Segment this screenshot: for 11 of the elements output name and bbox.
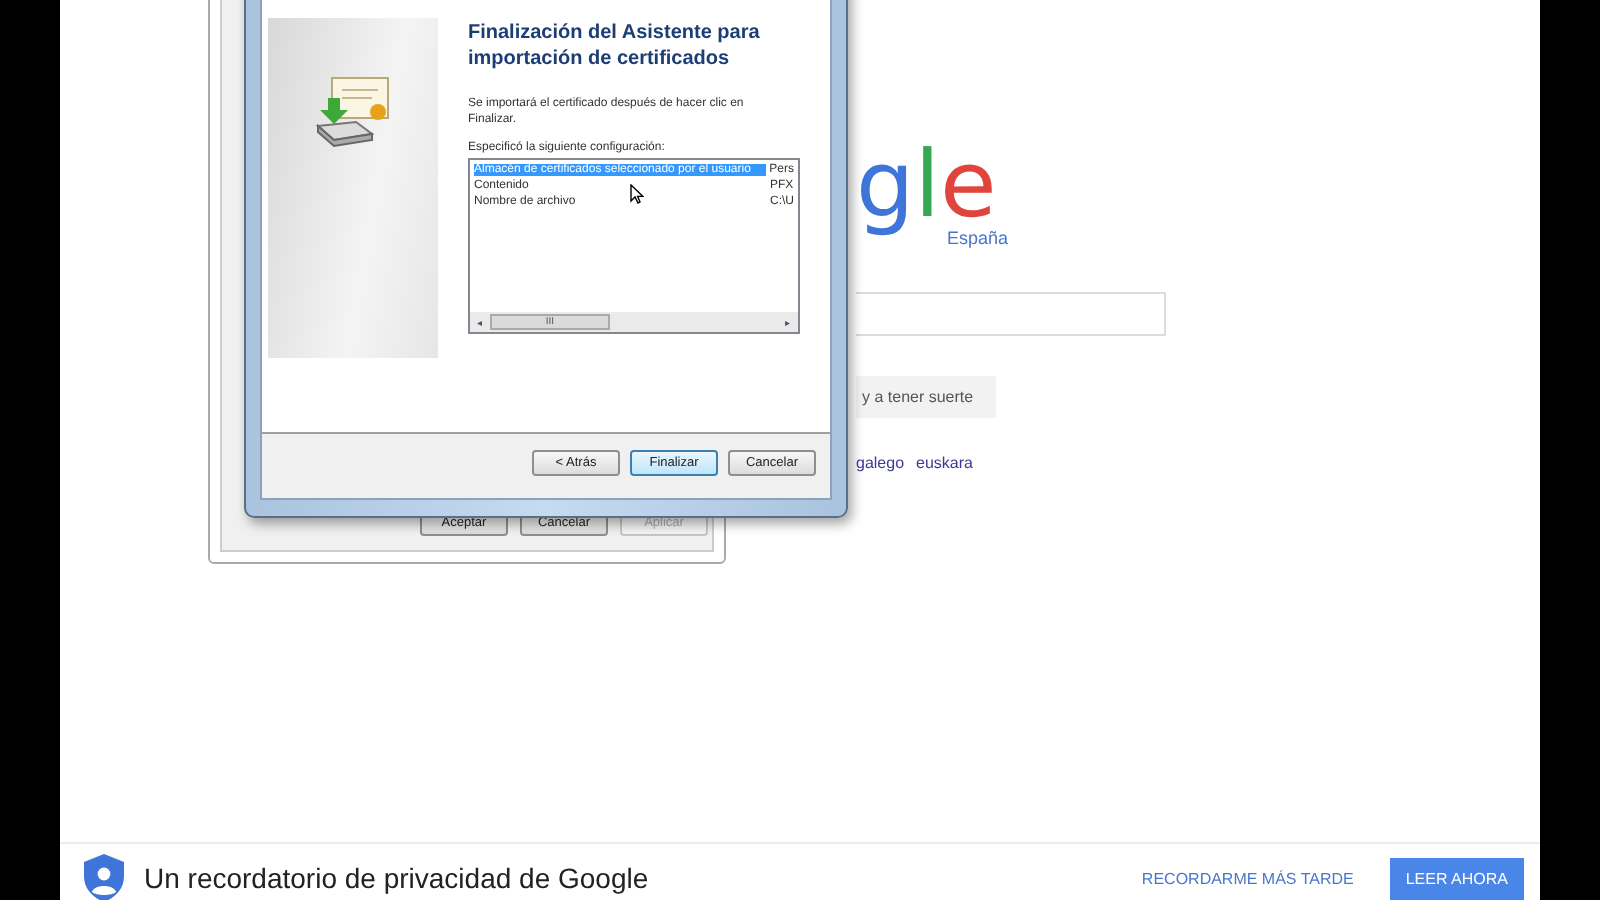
remind-later-link[interactable]: RECORDARME MÁS TARDE [1141, 869, 1354, 887]
search-field[interactable] [856, 292, 1166, 336]
privacy-message: Un recordatorio de privacidad de Google [144, 862, 649, 894]
language-link[interactable]: euskara [916, 454, 973, 472]
wizard-heading: Finalización del Asistente para importación de certificados [468, 20, 762, 72]
mouse-cursor-icon [630, 184, 644, 204]
language-link[interactable]: galego [856, 454, 905, 472]
region-label: España [946, 228, 1008, 248]
read-now-button[interactable]: LEER AHORA [1389, 857, 1524, 899]
certificate-icon [311, 74, 395, 150]
lucky-button[interactable]: y a tener suerte [856, 376, 996, 418]
